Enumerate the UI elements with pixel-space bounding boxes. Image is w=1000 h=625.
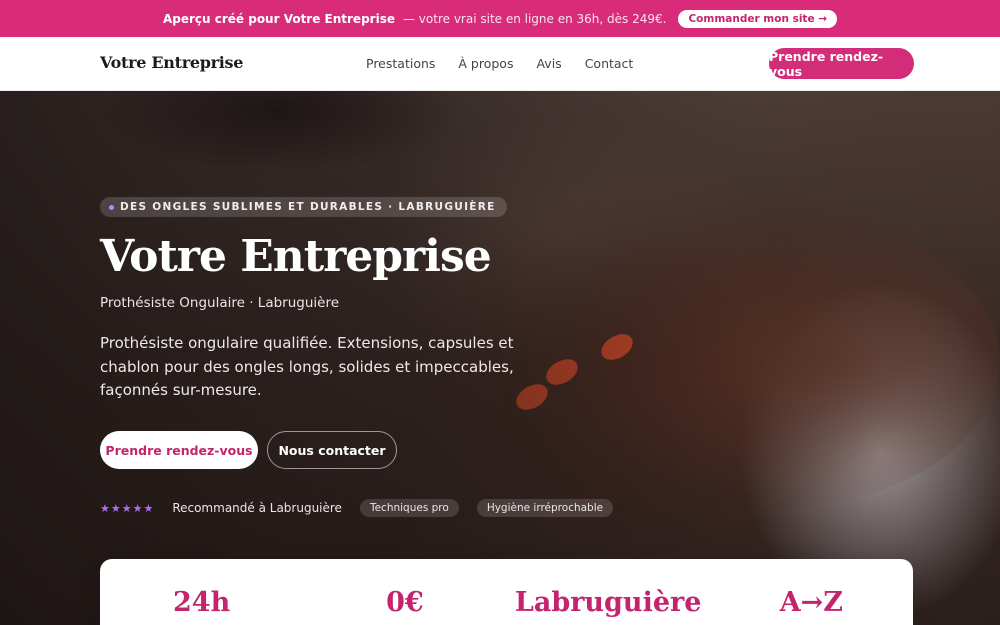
promo-text: — votre vrai site en ligne en 36h, dès 2… bbox=[402, 11, 667, 26]
stats-card: 24h 0€ Labruguière A→Z bbox=[100, 559, 913, 625]
dot-icon bbox=[109, 204, 114, 210]
nav-link-prestations[interactable]: Prestations bbox=[366, 56, 435, 71]
stat-service-range: A→Z bbox=[779, 587, 844, 618]
hero-subtitle: Prothésiste Ongulaire · Labruguière bbox=[100, 295, 340, 311]
badge-hygiene: Hygiène irréprochable bbox=[476, 499, 614, 517]
hero-title: Votre Entreprise bbox=[100, 231, 492, 282]
contact-button[interactable]: Nous contacter bbox=[267, 431, 397, 469]
rating-stars-icon: ★★★★★ bbox=[100, 501, 155, 515]
stat-location: Labruguière bbox=[514, 587, 702, 618]
promo-highlight: Aperçu créé pour Votre Entreprise bbox=[162, 11, 395, 26]
brand-logo[interactable]: Votre Entreprise bbox=[100, 53, 243, 72]
tagline-text: DES ONGLES SUBLIMES ET DURABLES · LABRUG… bbox=[120, 201, 496, 213]
nav-link-contact[interactable]: Contact bbox=[585, 56, 634, 71]
recommendation-text: Recommandé à Labruguière bbox=[172, 501, 342, 515]
stat-price: 0€ bbox=[386, 587, 424, 618]
social-proof: ★★★★★ Recommandé à Labruguière Technique… bbox=[100, 499, 614, 517]
book-appointment-button[interactable]: Prendre rendez-vous bbox=[100, 431, 258, 469]
promo-bar: Aperçu créé pour Votre Entreprise — votr… bbox=[0, 0, 1000, 37]
nav-link-about[interactable]: À propos bbox=[458, 56, 513, 71]
nav-links: Prestations À propos Avis Contact bbox=[366, 56, 633, 71]
hero-description: Prothésiste ongulaire qualifiée. Extensi… bbox=[100, 334, 514, 399]
stat-delay: 24h bbox=[173, 587, 231, 618]
nav-link-reviews[interactable]: Avis bbox=[536, 56, 561, 71]
hero-section: DES ONGLES SUBLIMES ET DURABLES · LABRUG… bbox=[0, 91, 1000, 625]
top-nav: Votre Entreprise Prestations À propos Av… bbox=[0, 37, 1000, 91]
hero-tagline: DES ONGLES SUBLIMES ET DURABLES · LABRUG… bbox=[100, 197, 507, 217]
nav-book-button[interactable]: Prendre rendez-vous bbox=[769, 48, 914, 79]
badge-techniques: Techniques pro bbox=[359, 499, 459, 517]
order-site-button[interactable]: Commander mon site → bbox=[678, 9, 838, 28]
